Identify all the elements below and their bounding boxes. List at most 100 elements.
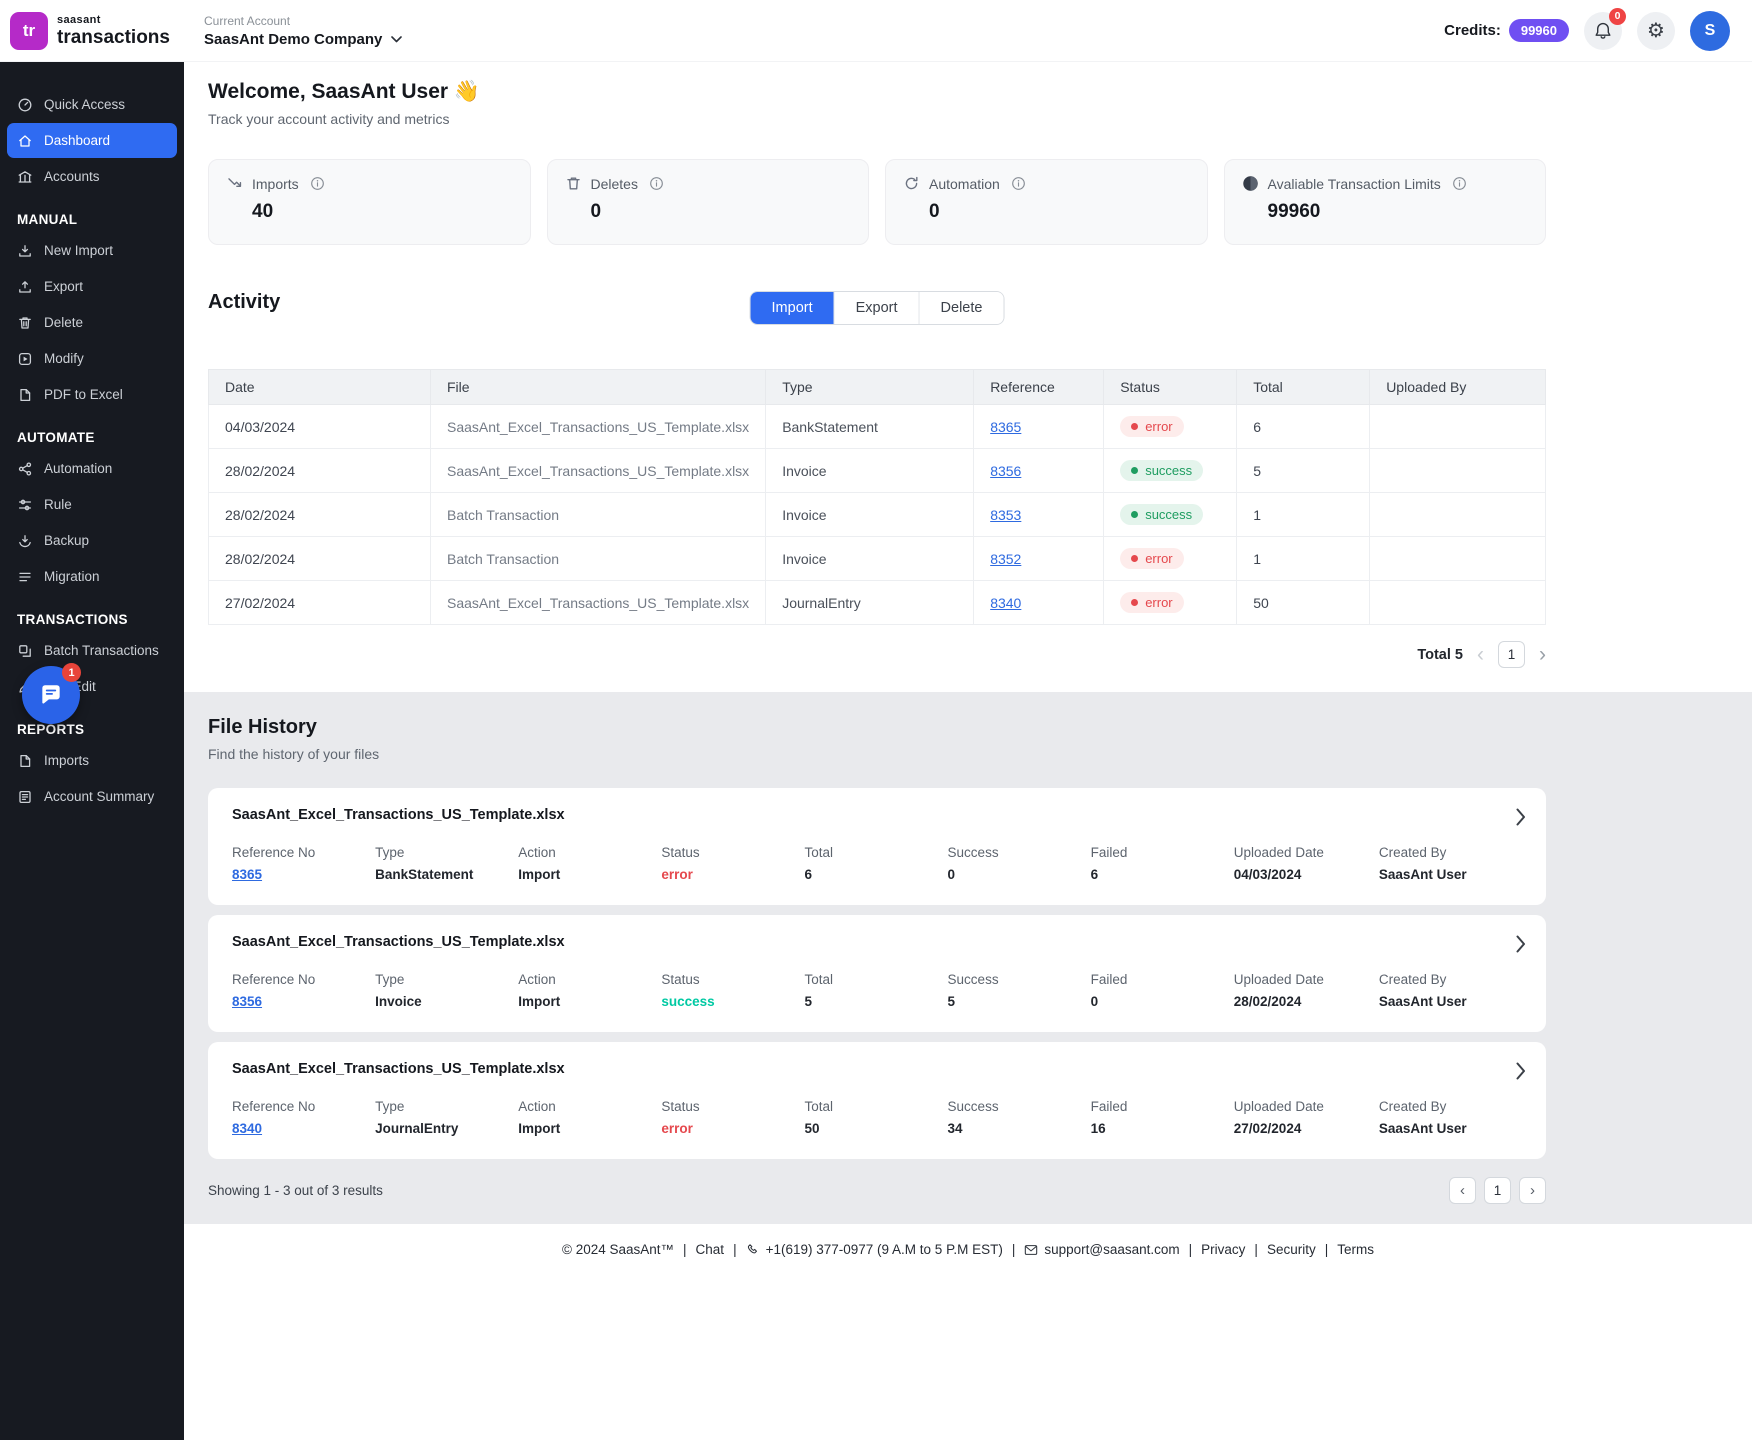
file-history-title: File History <box>208 716 317 738</box>
sidebar-item-label: Quick Access <box>44 97 126 112</box>
field-label: Success <box>947 1099 999 1114</box>
sidebar-item-imports[interactable]: Imports <box>7 743 177 778</box>
info-icon[interactable] <box>310 176 325 191</box>
settings-button[interactable]: ⚙ <box>1637 11 1675 50</box>
reference-link[interactable]: 8340 <box>232 1121 262 1136</box>
chat-bubble-icon <box>38 682 64 708</box>
tab-delete[interactable]: Delete <box>918 292 1004 324</box>
reference-link[interactable]: 8352 <box>990 551 1021 567</box>
document-icon <box>17 387 33 403</box>
chevron-right-icon[interactable] <box>1516 808 1526 826</box>
activity-pagination: Total 5 ‹ 1 › <box>208 641 1546 692</box>
field-value: 0 <box>1090 994 1099 1009</box>
sidebar-item-modify[interactable]: Modify <box>7 341 177 376</box>
cell-type: Invoice <box>765 492 975 537</box>
page-subtitle: Track your account activity and metrics <box>208 111 450 127</box>
sidebar-item-accounts[interactable]: Accounts <box>7 159 177 194</box>
file-history-card[interactable]: SaasAnt_Excel_Transactions_US_Template.x… <box>208 915 1546 1032</box>
next-page-icon[interactable]: › <box>1519 1177 1546 1204</box>
cell-date: 28/02/2024 <box>208 492 431 537</box>
current-account-name: SaasAnt Demo Company <box>204 30 383 48</box>
credits-badge: 99960 <box>1508 19 1569 42</box>
chevron-right-icon[interactable] <box>1516 935 1526 953</box>
field-label: Status <box>661 1099 700 1114</box>
sidebar-item-pdf-to-excel[interactable]: PDF to Excel <box>7 377 177 412</box>
results-count: Showing 1 - 3 out of 3 results <box>208 1183 383 1198</box>
cell-uploaded-by <box>1369 492 1546 537</box>
page-number-button[interactable]: 1 <box>1498 641 1525 668</box>
status-text: error <box>1145 551 1173 566</box>
sidebar-item-dashboard[interactable]: Dashboard <box>7 123 177 158</box>
reference-link[interactable]: 8353 <box>990 507 1021 523</box>
sidebar-item-automation[interactable]: Automation <box>7 451 177 486</box>
reference-link[interactable]: 8365 <box>232 867 262 882</box>
sidebar-item-new-import[interactable]: New Import <box>7 233 177 268</box>
reference-link[interactable]: 8356 <box>232 994 262 1009</box>
sidebar-item-backup[interactable]: Backup <box>7 523 177 558</box>
credits-label: Credits: <box>1444 22 1501 39</box>
file-name: SaasAnt_Excel_Transactions_US_Template.x… <box>232 934 565 950</box>
sidebar-item-label: Delete <box>44 315 84 330</box>
field-label: Created By <box>1378 972 1447 987</box>
security-link[interactable]: Security <box>1267 1242 1316 1257</box>
status-value: success <box>661 994 715 1009</box>
field-value: SaasAnt User <box>1378 994 1467 1009</box>
sidebar-item-migration[interactable]: Migration <box>7 559 177 594</box>
page-number-button[interactable]: 1 <box>1484 1177 1511 1204</box>
chevron-down-icon <box>391 35 403 43</box>
status-value: error <box>661 867 693 882</box>
user-avatar[interactable]: S <box>1690 10 1730 51</box>
privacy-link[interactable]: Privacy <box>1201 1242 1245 1257</box>
chevron-right-icon[interactable] <box>1516 1062 1526 1080</box>
reference-link[interactable]: 8340 <box>990 595 1021 611</box>
column-header-date: Date <box>208 369 431 405</box>
sidebar-section-manual: MANUAL <box>17 212 78 227</box>
footer-separator: | <box>1254 1242 1258 1257</box>
file-name: SaasAnt_Excel_Transactions_US_Template.x… <box>232 807 565 823</box>
field-label: Total <box>804 1099 833 1114</box>
sidebar-item-account-summary[interactable]: Account Summary <box>7 779 177 814</box>
info-icon[interactable] <box>649 176 664 191</box>
sidebar-item-label: New Import <box>44 243 114 258</box>
cell-date: 28/02/2024 <box>208 536 431 581</box>
field-value: SaasAnt User <box>1378 1121 1467 1136</box>
status-dot-icon <box>1131 555 1139 562</box>
table-row: 28/02/2024 SaasAnt_Excel_Transactions_US… <box>208 448 1546 493</box>
saasant-logo-icon: tr <box>10 11 48 50</box>
tab-export[interactable]: Export <box>833 292 919 324</box>
info-icon[interactable] <box>1011 176 1026 191</box>
prev-page-icon[interactable]: ‹ <box>1449 1177 1476 1204</box>
sidebar-item-batch-transactions[interactable]: Batch Transactions <box>7 633 177 668</box>
sidebar-item-delete[interactable]: Delete <box>7 305 177 340</box>
notifications-button[interactable]: 0 <box>1584 7 1626 50</box>
info-icon[interactable] <box>1452 176 1467 191</box>
home-icon <box>17 133 33 149</box>
tab-import[interactable]: Import <box>750 292 834 324</box>
file-history-subtitle: Find the history of your files <box>208 746 380 762</box>
chat-link[interactable]: Chat <box>696 1242 725 1257</box>
file-history-card[interactable]: SaasAnt_Excel_Transactions_US_Template.x… <box>208 788 1546 905</box>
footer-separator: | <box>683 1242 687 1257</box>
account-switcher[interactable]: Current Account SaasAnt Demo Company <box>204 14 403 48</box>
file-history-card[interactable]: SaasAnt_Excel_Transactions_US_Template.x… <box>208 1042 1546 1159</box>
reference-link[interactable]: 8356 <box>990 463 1021 479</box>
field-value: 0 <box>947 867 956 882</box>
list-icon <box>17 569 33 585</box>
terms-link[interactable]: Terms <box>1337 1242 1374 1257</box>
field-label: Success <box>947 972 999 987</box>
field-value: 27/02/2024 <box>1233 1121 1302 1136</box>
next-page-icon[interactable]: › <box>1539 644 1546 665</box>
cell-total: 1 <box>1236 536 1371 581</box>
bell-icon <box>1593 21 1613 41</box>
prev-page-icon[interactable]: ‹ <box>1477 644 1484 665</box>
sidebar-item-export[interactable]: Export <box>7 269 177 304</box>
sidebar-item-rule[interactable]: Rule <box>7 487 177 522</box>
field-value: 6 <box>1090 867 1099 882</box>
sidebar-item-quick-access[interactable]: Quick Access <box>7 87 177 122</box>
email-link[interactable]: support@saasant.com <box>1044 1242 1179 1257</box>
status-dot-icon <box>1131 467 1139 474</box>
reference-link[interactable]: 8365 <box>990 419 1021 435</box>
chat-launcher[interactable]: 1 <box>22 663 81 724</box>
phone-link[interactable]: +1(619) 377-0977 (9 A.M to 5 P.M EST) <box>766 1242 1003 1257</box>
metric-label: Avaliable Transaction Limits <box>1267 175 1441 192</box>
